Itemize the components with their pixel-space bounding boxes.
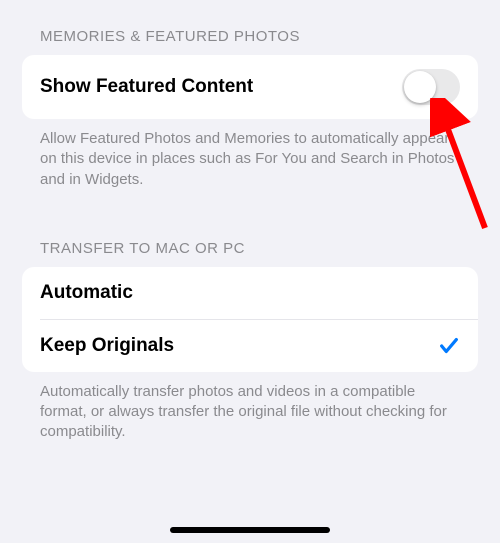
home-indicator xyxy=(170,527,330,533)
checkmark-icon xyxy=(438,335,460,357)
section-header-memories: MEMORIES & FEATURED PHOTOS xyxy=(0,0,500,55)
section-header-transfer: TRANSFER TO MAC OR PC xyxy=(0,190,500,267)
row-label-featured: Show Featured Content xyxy=(40,76,253,98)
row-label-keep-originals: Keep Originals xyxy=(40,335,174,357)
toggle-show-featured-content[interactable] xyxy=(402,69,460,105)
row-keep-originals[interactable]: Keep Originals xyxy=(22,320,478,372)
toggle-knob xyxy=(404,71,436,103)
row-show-featured-content[interactable]: Show Featured Content xyxy=(22,55,478,119)
section-footer-transfer: Automatically transfer photos and videos… xyxy=(0,372,500,443)
card-featured-content: Show Featured Content xyxy=(22,55,478,119)
row-automatic[interactable]: Automatic xyxy=(22,267,478,319)
card-transfer: Automatic Keep Originals xyxy=(22,267,478,372)
row-label-automatic: Automatic xyxy=(40,282,133,304)
section-footer-memories: Allow Featured Photos and Memories to au… xyxy=(0,119,500,190)
